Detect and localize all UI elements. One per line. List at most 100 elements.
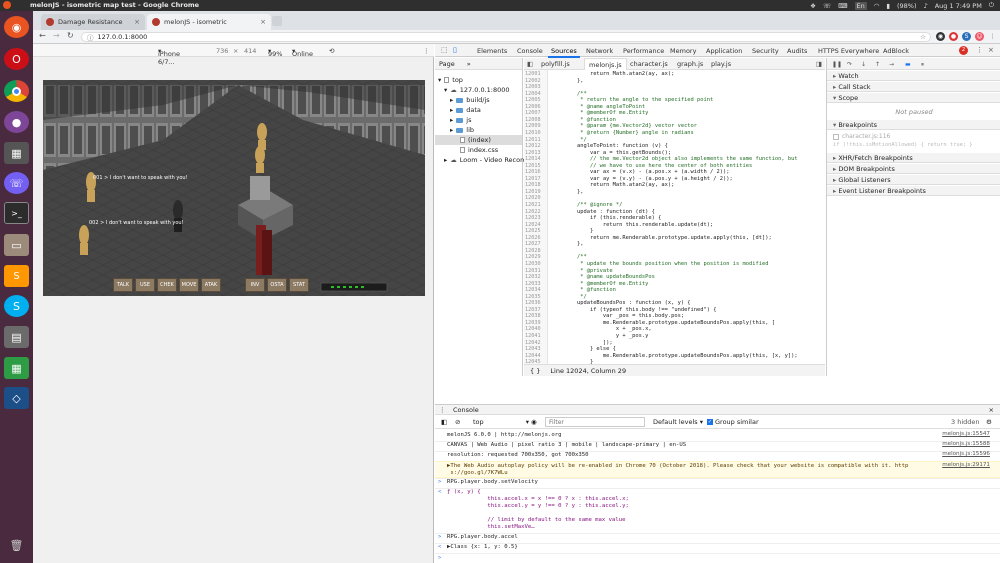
console-source-link[interactable]: melonjs.js:15588 xyxy=(942,441,990,448)
deactivate-breakpoints-icon[interactable]: ▬ xyxy=(905,61,911,68)
tab-performance[interactable]: Performance xyxy=(623,47,664,55)
code-line[interactable]: * return the angle to the specified poin… xyxy=(551,97,713,103)
inspect-element-icon[interactable]: ⬚ xyxy=(441,46,448,54)
code-line[interactable]: return Math.atan2(ay, ax); xyxy=(551,71,674,77)
devtools-menu-icon[interactable]: ⋮ xyxy=(976,46,983,54)
line-number[interactable]: 12017 xyxy=(525,176,541,182)
tab-damage-resistance[interactable]: Damage Resistance × xyxy=(41,14,145,30)
device-more-icon[interactable]: ⋮ xyxy=(423,47,430,55)
code-line[interactable]: /** xyxy=(551,91,587,97)
code-line[interactable]: update : function (dt) { xyxy=(551,209,655,215)
new-tab-button[interactable] xyxy=(272,16,282,26)
line-number[interactable]: 12023 xyxy=(525,215,541,221)
battery-icon[interactable]: ▮ xyxy=(886,2,890,10)
tab-audits[interactable]: Audits xyxy=(787,47,807,55)
line-number[interactable]: 12043 xyxy=(525,346,541,352)
tab-melonjs-isometric[interactable]: melonJS - isometric × xyxy=(147,14,271,30)
terminal-icon[interactable]: >_ xyxy=(4,202,29,224)
toggle-device-icon[interactable]: ▯ xyxy=(453,46,457,54)
console-row[interactable]: > RPG.player.body.accel xyxy=(435,533,1000,543)
move-button[interactable]: MOVE xyxy=(179,278,199,292)
keyboard-icon[interactable]: ⌨ xyxy=(838,2,847,10)
eye-icon[interactable]: ◉ xyxy=(531,418,537,426)
network-select[interactable]: Online ▾ xyxy=(292,47,313,58)
info-icon[interactable]: ⓘ xyxy=(87,32,94,42)
close-window-icon[interactable] xyxy=(3,1,11,9)
inventory-button[interactable]: INV xyxy=(245,278,265,292)
line-number[interactable]: 12020 xyxy=(525,195,541,201)
pretty-print-icon[interactable]: { } xyxy=(530,367,540,375)
tree-item-loom[interactable]: ▸ ☁ Loom - Video Recorde xyxy=(444,156,531,164)
code-line[interactable]: * @function xyxy=(551,287,616,293)
console-row[interactable]: < ▶Class {x: 1, y: 0.5} xyxy=(435,543,1000,553)
line-number[interactable]: 12029 xyxy=(525,254,541,260)
calculator-icon[interactable]: ▦ xyxy=(4,142,29,164)
console-input-line[interactable]: > xyxy=(435,555,1000,563)
toggle-navigator-icon[interactable]: ◧ xyxy=(527,60,533,68)
step-into-icon[interactable]: ↓ xyxy=(861,61,866,68)
line-number[interactable]: 12024 xyxy=(525,222,541,228)
files-icon[interactable]: ▭ xyxy=(4,234,29,256)
line-number[interactable]: 12022 xyxy=(525,209,541,215)
line-number[interactable]: 12032 xyxy=(525,274,541,280)
step-out-icon[interactable]: ↑ xyxy=(875,61,880,68)
line-number[interactable]: 12039 xyxy=(525,320,541,326)
tab-https-everywhere[interactable]: HTTPS Everywhere xyxy=(818,47,879,55)
line-number[interactable]: 12003 xyxy=(525,84,541,90)
line-number[interactable]: 12025 xyxy=(525,228,541,234)
tree-item-top[interactable]: ▾ top xyxy=(438,76,463,84)
use-button[interactable]: USE xyxy=(135,278,155,292)
console-row[interactable]: CANVAS | Web Audio | pixel ratio 3 | mob… xyxy=(435,441,1000,451)
console-row[interactable]: > RPG.player.body.setVelocity xyxy=(435,478,1000,488)
tab-adblock[interactable]: AdBlock xyxy=(883,47,909,55)
line-number[interactable]: 12041 xyxy=(525,333,541,339)
file-tab-character[interactable]: character.js xyxy=(630,60,668,68)
console-log[interactable]: melonJS 6.0.0 | http://melonjs.org melonj… xyxy=(435,429,1000,563)
line-number[interactable]: 12037 xyxy=(525,307,541,313)
line-number[interactable]: 12015 xyxy=(525,163,541,169)
code-line[interactable]: * @memberOf me.Entity xyxy=(551,110,648,116)
code-line[interactable]: me.Renderable.prototype.updateBoundsPos.… xyxy=(551,353,798,359)
file-tab-play[interactable]: play.js xyxy=(711,60,731,68)
log-levels-select[interactable]: Default levels ▾ xyxy=(653,418,703,426)
code-line[interactable]: // we have to use here the center of bot… xyxy=(551,163,752,169)
tab-elements[interactable]: Elements xyxy=(477,47,507,55)
step-over-icon[interactable]: ↷ xyxy=(847,61,852,68)
check-button[interactable]: CHEK xyxy=(157,278,177,292)
context-select[interactable]: top ▾ xyxy=(473,418,529,426)
tab-sources[interactable]: Sources xyxy=(548,47,580,58)
line-number[interactable]: 12035 xyxy=(525,294,541,300)
tree-item-index-css[interactable]: index.css xyxy=(460,146,498,154)
game-canvas[interactable]: 001 > I don't want to speak with you! 00… xyxy=(43,80,425,296)
line-number[interactable]: 12013 xyxy=(525,150,541,156)
dom-breakpoints-section[interactable]: DOM Breakpoints xyxy=(827,164,1000,174)
code-line[interactable]: var ax = (v.x) - (a.pos.x + (a.width / 2… xyxy=(551,169,730,175)
console-filter-input[interactable] xyxy=(545,417,645,427)
line-number[interactable]: 12011 xyxy=(525,137,541,143)
code-line[interactable]: * @param {me.Vector2d} vector vector xyxy=(551,123,697,129)
file-tab-polyfill[interactable]: polyfill.js xyxy=(541,60,570,68)
viber-tray-icon[interactable]: ☏ xyxy=(823,2,831,10)
trash-icon[interactable]: 🗑 xyxy=(4,534,29,556)
line-number[interactable]: 12036 xyxy=(525,300,541,306)
code-line[interactable]: // the me.Vector2d object also implement… xyxy=(551,156,798,162)
code-line[interactable]: ]); xyxy=(551,340,613,346)
line-number[interactable]: 12027 xyxy=(525,241,541,247)
code-line[interactable]: angleToPoint: function (v) { xyxy=(551,143,668,149)
code-line[interactable]: * update the bounds position when the po… xyxy=(551,261,768,267)
code-content[interactable]: return Math.atan2(ay, ax); }, /** * retu… xyxy=(551,70,825,364)
close-drawer-icon[interactable]: × xyxy=(989,406,994,414)
forward-icon[interactable]: → xyxy=(53,31,60,40)
close-devtools-icon[interactable]: × xyxy=(988,46,994,54)
call-stack-section[interactable]: Call Stack xyxy=(827,82,1000,92)
tor-browser-icon[interactable]: ● xyxy=(4,111,29,133)
code-line[interactable]: * @return {Number} angle in radians xyxy=(551,130,694,136)
bookmark-star-icon[interactable]: ☆ xyxy=(920,33,926,41)
console-source-link[interactable]: melonjs.js:29171 xyxy=(942,462,990,469)
viber-icon[interactable]: ☏ xyxy=(4,172,29,194)
code-line[interactable]: x + _pos.x, xyxy=(551,326,652,332)
code-line[interactable]: var a = this.getBounds(); xyxy=(551,150,671,156)
ubuntu-dash-icon[interactable]: ◉ xyxy=(4,16,29,38)
line-number[interactable]: 12044 xyxy=(525,353,541,359)
tree-item-lib[interactable]: ▸ lib xyxy=(450,126,474,134)
